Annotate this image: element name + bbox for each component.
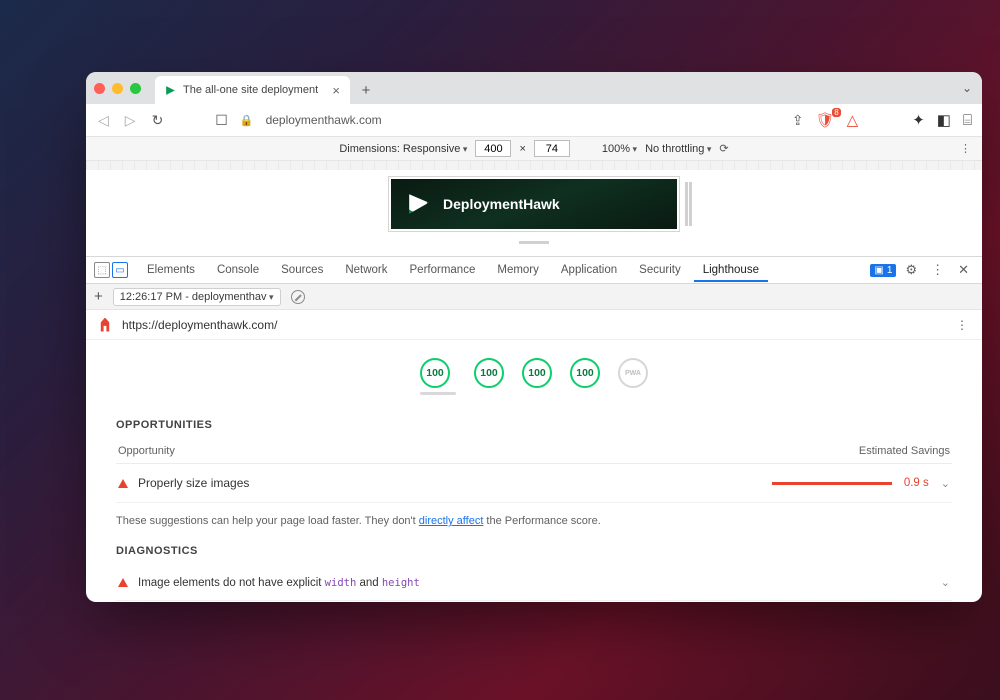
minimize-window-icon[interactable] (112, 83, 123, 94)
tab-performance[interactable]: Performance (401, 258, 485, 282)
brave-shield-icon[interactable]: 🛡8 (816, 111, 835, 129)
times-label: × (519, 143, 525, 155)
forward-button[interactable]: ▷ (123, 110, 138, 131)
warning-triangle-icon (118, 578, 128, 587)
favicon-icon (163, 83, 177, 97)
chevron-down-icon: ⌄ (941, 576, 950, 589)
chevron-down-icon: ⌄ (941, 477, 950, 490)
devtools-close-icon[interactable]: ✕ (953, 262, 974, 278)
opportunities-heading: OPPORTUNITIES (116, 419, 952, 431)
lighthouse-report: https://deploymenthawk.com/ ⋮ 100 100 10… (86, 310, 982, 602)
tab-network[interactable]: Network (336, 258, 396, 282)
new-report-button[interactable]: + (94, 288, 103, 305)
report-url-bar: https://deploymenthawk.com/ ⋮ (86, 310, 982, 340)
devtools-tabs: ⬚ ▭ Elements Console Sources Network Per… (86, 257, 982, 284)
tab-sources[interactable]: Sources (272, 258, 332, 282)
opportunity-label: Properly size images (138, 476, 249, 490)
sidepanel-icon[interactable]: ◧ (937, 111, 951, 129)
shield-badge: 8 (832, 108, 840, 117)
url-toolbar: ◁ ▷ ↻ ☐ 🔒 deploymenthawk.com ⇪ 🛡8 △ ✦ ◧ … (86, 104, 982, 137)
score-pwa[interactable]: PWA (618, 358, 648, 388)
responsive-toolbar: Dimensions: Responsive × 100% No throttl… (86, 137, 982, 161)
score-accessibility[interactable]: 100 (474, 358, 504, 388)
report-select[interactable]: 12:26:17 PM - deploymenthav (113, 288, 281, 306)
savings-bar (772, 482, 892, 485)
wallet-icon[interactable]: ⌸ (963, 112, 972, 129)
tab-console[interactable]: Console (208, 258, 268, 282)
extensions-icon[interactable]: ✦ (912, 111, 925, 129)
back-button[interactable]: ◁ (96, 110, 111, 131)
height-input[interactable] (534, 140, 570, 157)
throttling-dropdown[interactable]: No throttling (645, 143, 711, 155)
score-ring-row: 100 100 100 100 PWA (116, 350, 952, 401)
resize-handle-bottom[interactable] (519, 241, 549, 244)
score-performance[interactable]: 100 (420, 358, 456, 395)
window-controls (94, 83, 141, 94)
tabs-overflow-icon[interactable]: ⌄ (962, 81, 972, 95)
browser-tab[interactable]: The all-one site deployment × (155, 76, 350, 104)
width-input[interactable] (475, 140, 511, 157)
share-icon[interactable]: ⇪ (792, 112, 804, 129)
warning-triangle-icon (118, 479, 128, 488)
opportunities-note: These suggestions can help your page loa… (116, 515, 952, 527)
responsive-more-icon[interactable]: ⋮ (960, 142, 972, 155)
bookmark-icon[interactable]: ☐ (215, 112, 228, 129)
clear-icon[interactable] (291, 290, 305, 304)
notifications-icon[interactable]: △ (847, 111, 859, 129)
browser-window: The all-one site deployment × + ⌄ ◁ ▷ ↻ … (86, 72, 982, 602)
devtools-panel: ⬚ ▭ Elements Console Sources Network Per… (86, 256, 982, 602)
site-name: DeploymentHawk (443, 196, 560, 212)
zoom-dropdown[interactable]: 100% (602, 143, 637, 155)
maximize-window-icon[interactable] (130, 83, 141, 94)
tab-elements[interactable]: Elements (138, 258, 204, 282)
report-menu-icon[interactable]: ⋮ (956, 318, 970, 332)
ruler (86, 161, 982, 170)
dimensions-dropdown[interactable]: Dimensions: Responsive (339, 143, 467, 155)
element-picker-icon[interactable]: ⬚ (94, 262, 110, 278)
lock-icon[interactable]: 🔒 (240, 114, 254, 127)
tab-strip: The all-one site deployment × + ⌄ (86, 72, 982, 104)
diagnostic-row[interactable]: Keep request counts low and transfer siz… (116, 601, 952, 602)
rotate-icon[interactable]: ⟳ (719, 142, 728, 155)
tab-title: The all-one site deployment (183, 84, 324, 96)
inspect-picker: ⬚ ▭ (94, 262, 128, 278)
diagnostics-heading: DIAGNOSTICS (116, 545, 952, 557)
tab-security[interactable]: Security (630, 258, 690, 282)
score-seo[interactable]: 100 (570, 358, 600, 388)
settings-gear-icon[interactable]: ⚙ (900, 262, 922, 278)
opportunity-col-label: Opportunity (118, 445, 175, 457)
close-tab-icon[interactable]: × (330, 83, 342, 98)
site-banner: DeploymentHawk (391, 179, 677, 229)
lighthouse-icon (98, 318, 112, 332)
diagnostic-row[interactable]: Image elements do not have explicit widt… (116, 565, 952, 601)
reload-button[interactable]: ↻ (150, 110, 166, 131)
lighthouse-toolbar: + 12:26:17 PM - deploymenthav (86, 284, 982, 310)
tab-memory[interactable]: Memory (488, 258, 548, 282)
devtools-more-icon[interactable]: ⋮ (926, 262, 949, 278)
device-frame: DeploymentHawk (388, 170, 680, 232)
device-viewport: DeploymentHawk (86, 161, 982, 256)
directly-affect-link[interactable]: directly affect (419, 515, 484, 527)
opportunity-row[interactable]: Properly size images 0.9 s ⌄ (116, 464, 952, 503)
savings-col-label: Estimated Savings (859, 445, 950, 457)
issues-badge[interactable]: ▣ 1 (870, 264, 896, 277)
deploymenthawk-logo-icon (405, 190, 433, 218)
tab-application[interactable]: Application (552, 258, 626, 282)
device-toggle-icon[interactable]: ▭ (112, 262, 128, 278)
close-window-icon[interactable] (94, 83, 105, 94)
resize-handle-right[interactable] (685, 182, 688, 226)
savings-value: 0.9 s (904, 477, 929, 489)
url-text[interactable]: deploymenthawk.com (266, 113, 382, 127)
score-best-practices[interactable]: 100 (522, 358, 552, 388)
report-url: https://deploymenthawk.com/ (122, 318, 277, 332)
tab-lighthouse[interactable]: Lighthouse (694, 258, 768, 282)
diagnostic-label: Image elements do not have explicit widt… (138, 577, 420, 589)
new-tab-button[interactable]: + (354, 78, 378, 102)
